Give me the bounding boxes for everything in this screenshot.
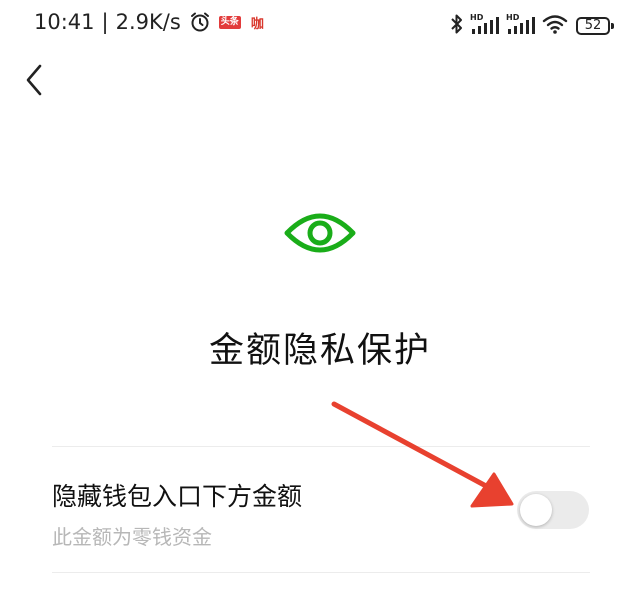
setting-title: 隐藏钱包入口下方金额 <box>52 482 303 511</box>
status-bar-right: HD HD 52 <box>444 12 614 40</box>
battery-level: 52 <box>584 18 602 33</box>
chevron-left-icon <box>26 64 42 96</box>
battery-icon: 52 <box>576 17 614 35</box>
bluetooth-icon <box>450 13 464 39</box>
screen: 10:41 | 2.9K/s 头条 咖 HD HD 52 金额隐私保护 隐藏钱包… <box>0 0 640 604</box>
toutiao-app-icon: 头条 <box>218 15 241 29</box>
eye-icon <box>284 213 356 253</box>
battery-tip <box>611 23 614 29</box>
page-title: 金额隐私保护 <box>208 331 431 371</box>
status-time: 10:41 <box>34 10 95 34</box>
setting-row-hide-amount: 隐藏钱包入口下方金额 此金额为零钱资金 <box>52 447 590 571</box>
status-bar-left: 10:41 | 2.9K/s 头条 咖 <box>34 10 264 34</box>
toggle-knob <box>520 494 552 526</box>
status-network-speed: 2.9K/s <box>115 10 181 34</box>
hide-amount-toggle[interactable] <box>517 491 589 529</box>
status-bar: 10:41 | 2.9K/s 头条 咖 HD HD 52 <box>0 0 640 48</box>
back-button[interactable] <box>16 60 52 100</box>
svg-text:HD: HD <box>506 13 520 22</box>
wifi-icon <box>542 13 568 39</box>
alarm-icon <box>189 11 211 33</box>
setting-subtitle: 此金额为零钱资金 <box>52 525 212 549</box>
status-separator: | <box>101 10 109 34</box>
notification-icon: 咖 <box>250 16 264 32</box>
divider <box>52 572 590 573</box>
svg-text:HD: HD <box>470 13 484 22</box>
hd-signal-icon: HD <box>506 12 536 40</box>
hd-signal-icon: HD <box>470 12 500 40</box>
